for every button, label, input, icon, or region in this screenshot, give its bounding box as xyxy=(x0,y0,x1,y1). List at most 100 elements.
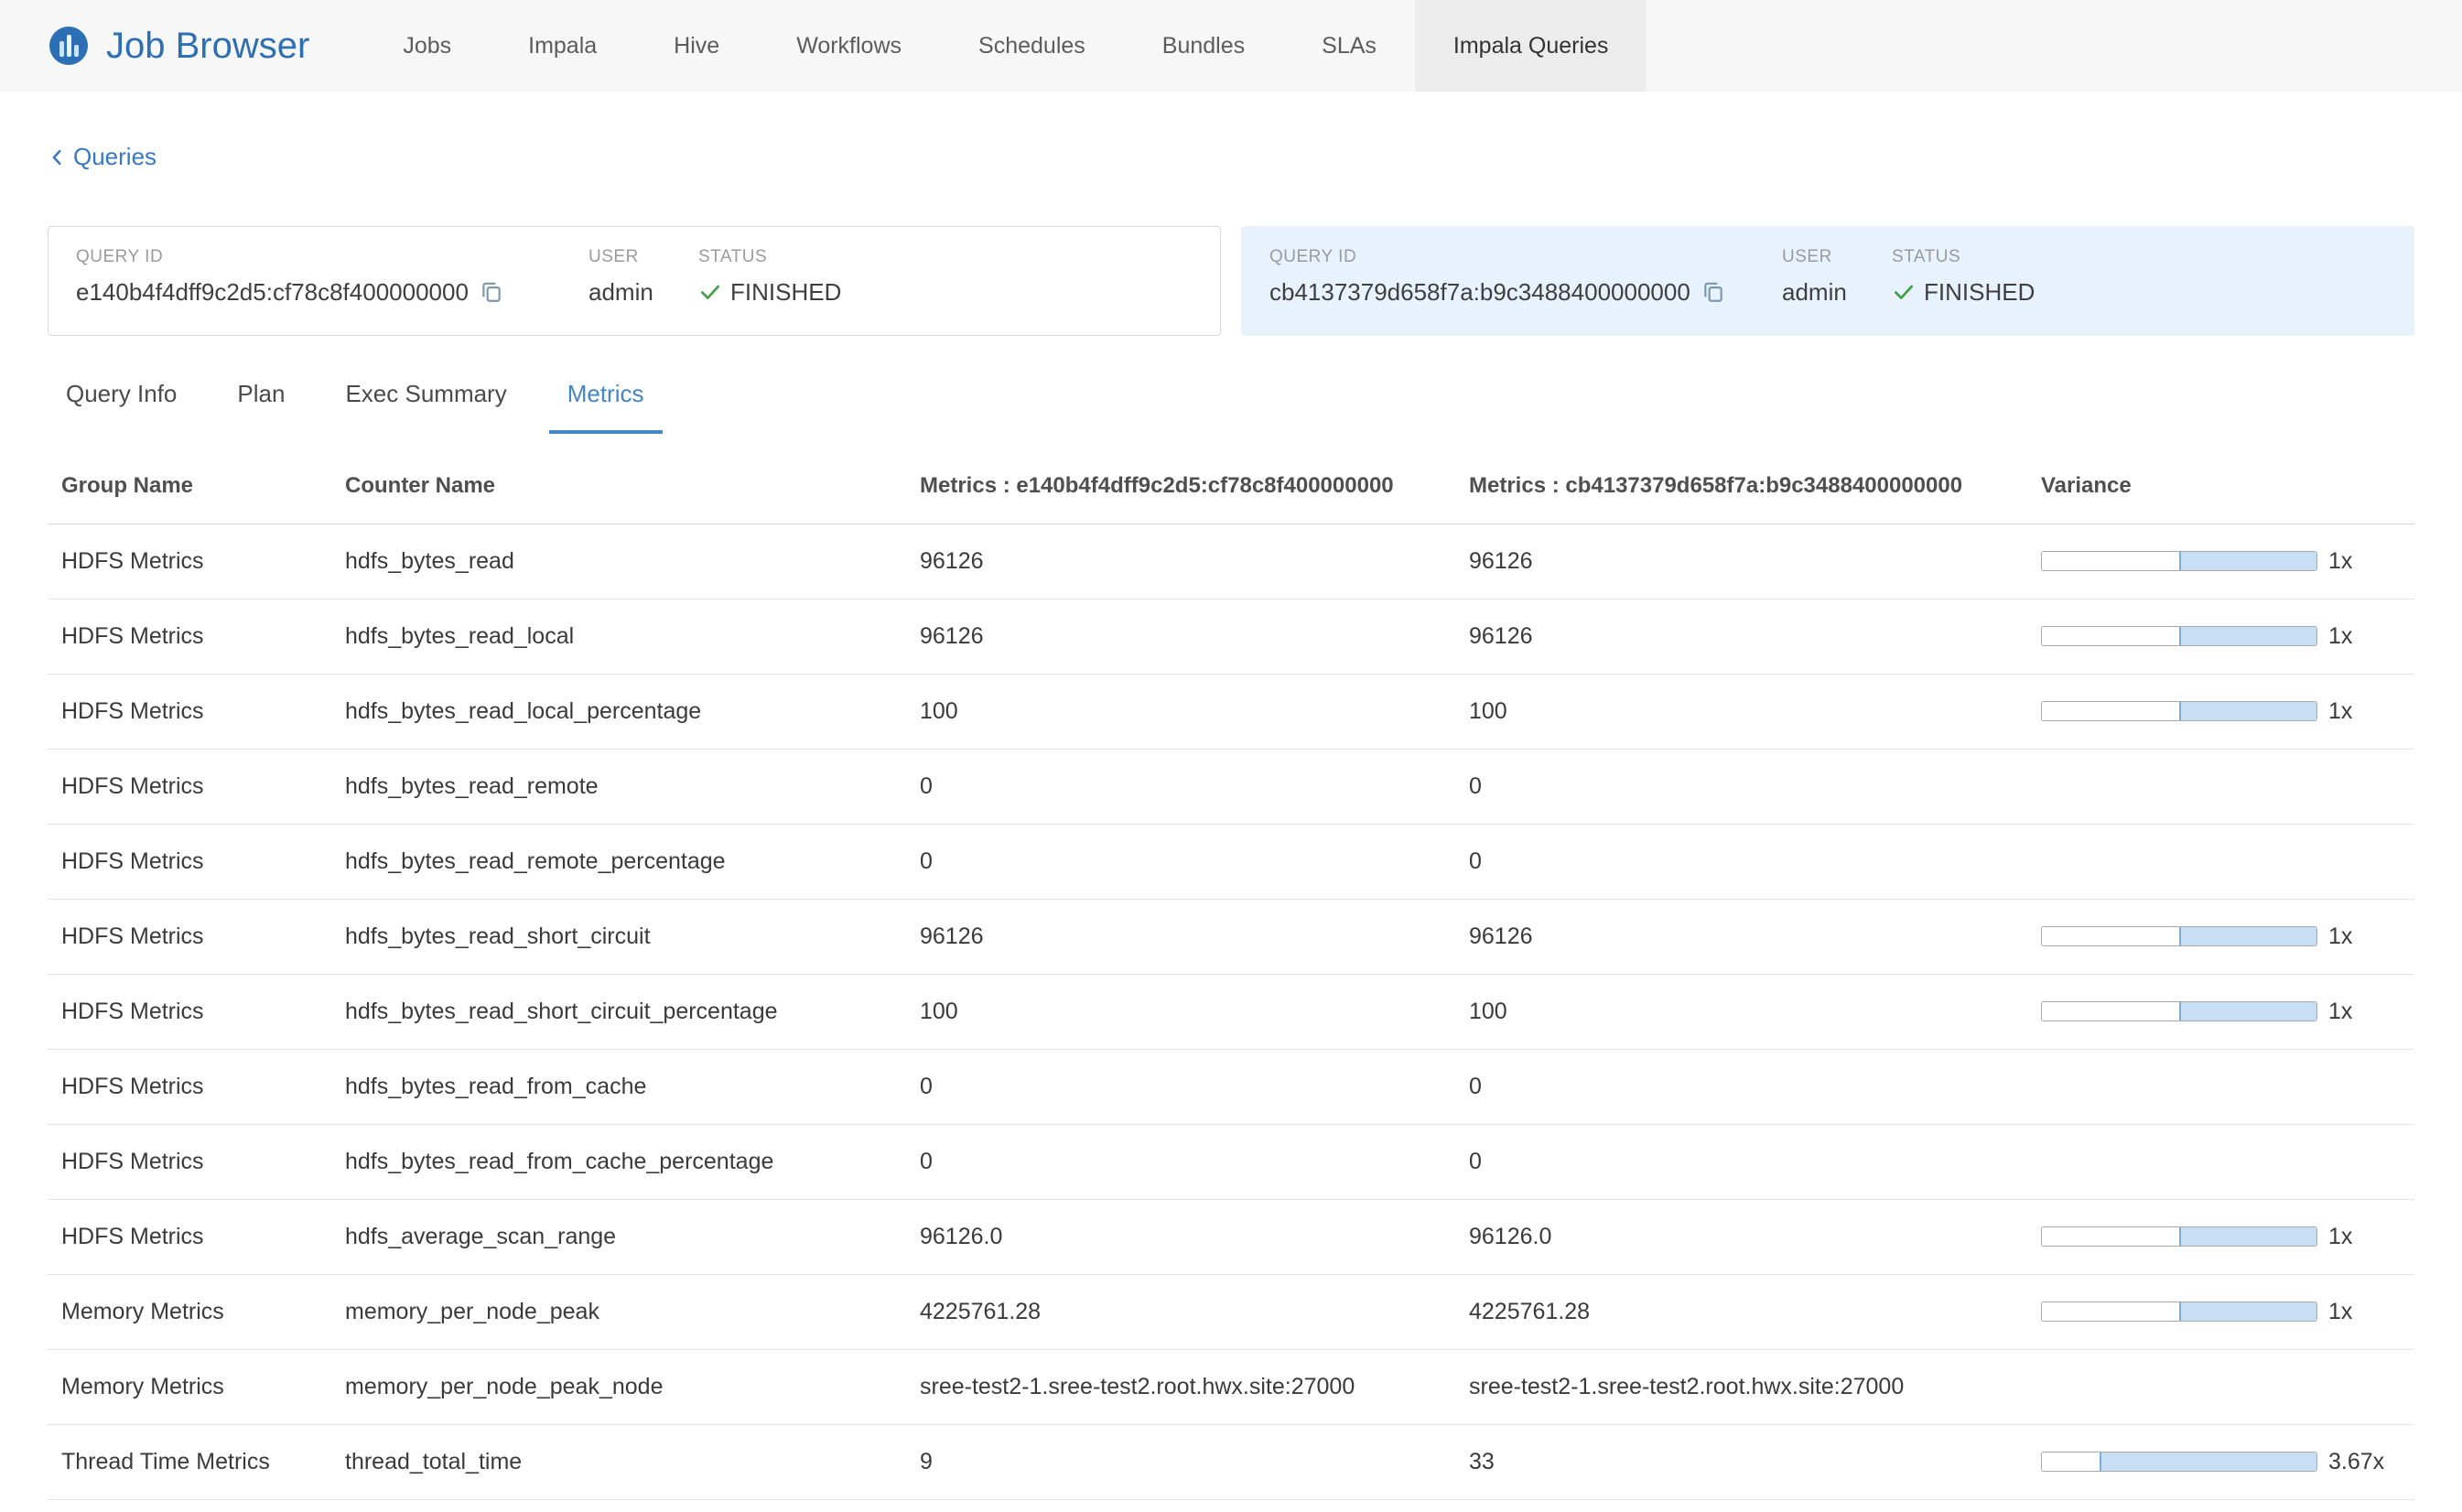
cell-counter-name: hdfs_bytes_read_short_circuit xyxy=(331,899,906,974)
tab-label: Metrics xyxy=(567,380,644,407)
copy-query-id-button[interactable] xyxy=(480,280,503,304)
nav-item-bundles[interactable]: Bundles xyxy=(1124,0,1283,92)
table-row: HDFS Metrics hdfs_bytes_read_local 96126… xyxy=(48,599,2414,674)
tab-label: Exec Summary xyxy=(345,380,506,407)
top-navbar: Job Browser Jobs Impala Hive Workflows S… xyxy=(0,0,2462,92)
variance-label: 1x xyxy=(2328,623,2352,650)
cell-metric-1: 96126 xyxy=(906,599,1455,674)
cell-variance xyxy=(2027,1349,2414,1424)
check-icon xyxy=(698,280,722,304)
nav-item-label: Schedules xyxy=(978,33,1085,59)
copy-query-id-button[interactable] xyxy=(1701,280,1725,304)
metrics-table: Group Name Counter Name Metrics : e140b4… xyxy=(48,448,2414,1500)
variance-bar-fill xyxy=(2100,1453,2316,1471)
copy-icon xyxy=(1701,280,1725,304)
back-link-label: Queries xyxy=(73,143,157,171)
col-header-group-name: Group Name xyxy=(48,448,331,524)
status-value: FINISHED xyxy=(1924,278,2035,307)
cell-metric-1: 9 xyxy=(906,1424,1455,1499)
query-card: QUERY ID e140b4f4dff9c2d5:cf78c8f4000000… xyxy=(48,226,1221,336)
nav-item-hive[interactable]: Hive xyxy=(635,0,758,92)
cell-group-name: Thread Time Metrics xyxy=(48,1424,331,1499)
copy-icon xyxy=(480,280,503,304)
nav-item-workflows[interactable]: Workflows xyxy=(758,0,940,92)
cell-group-name: HDFS Metrics xyxy=(48,1049,331,1124)
cell-variance: 1x xyxy=(2027,899,2414,974)
nav-item-jobs[interactable]: Jobs xyxy=(364,0,490,92)
table-row: Memory Metrics memory_per_node_peak_node… xyxy=(48,1349,2414,1424)
variance-label: 3.67x xyxy=(2328,1449,2384,1475)
nav-item-impala[interactable]: Impala xyxy=(490,0,635,92)
variance-bar-fill xyxy=(2179,1002,2316,1021)
back-to-queries-link[interactable]: Queries xyxy=(48,143,157,171)
cell-counter-name: hdfs_bytes_read_local_percentage xyxy=(331,674,906,749)
variance-bar xyxy=(2041,626,2317,646)
cell-metric-1: 96126 xyxy=(906,524,1455,599)
cell-metric-1: 96126 xyxy=(906,899,1455,974)
cell-variance: 1x xyxy=(2027,974,2414,1049)
status-value: FINISHED xyxy=(730,278,841,307)
job-browser-logo-icon xyxy=(48,25,90,67)
table-row: HDFS Metrics hdfs_bytes_read_remote_perc… xyxy=(48,824,2414,899)
tab-label: Query Info xyxy=(66,380,177,407)
cell-metric-2: 0 xyxy=(1455,1049,2027,1124)
cell-variance xyxy=(2027,1049,2414,1124)
variance-bar xyxy=(2041,701,2317,721)
variance-bar-fill xyxy=(2179,1302,2316,1321)
nav-item-impala-queries[interactable]: Impala Queries xyxy=(1415,0,1647,92)
status-field: STATUS FINISHED xyxy=(698,247,841,307)
nav-item-schedules[interactable]: Schedules xyxy=(940,0,1124,92)
cell-metric-1: 96126.0 xyxy=(906,1199,1455,1274)
cell-group-name: HDFS Metrics xyxy=(48,749,331,824)
table-row: HDFS Metrics hdfs_bytes_read_from_cache_… xyxy=(48,1124,2414,1199)
table-row: HDFS Metrics hdfs_bytes_read_short_circu… xyxy=(48,974,2414,1049)
user-value: admin xyxy=(1782,278,1892,307)
table-row: Thread Time Metrics thread_total_time 9 … xyxy=(48,1424,2414,1499)
table-row: HDFS Metrics hdfs_bytes_read_from_cache … xyxy=(48,1049,2414,1124)
check-icon xyxy=(1892,280,1916,304)
tab-query-info[interactable]: Query Info xyxy=(48,380,195,434)
detail-tabs: Query Info Plan Exec Summary Metrics xyxy=(48,380,2414,434)
tab-metrics[interactable]: Metrics xyxy=(549,380,663,434)
cell-variance xyxy=(2027,824,2414,899)
cell-group-name: HDFS Metrics xyxy=(48,824,331,899)
variance-bar-fill xyxy=(2179,627,2316,645)
cell-group-name: HDFS Metrics xyxy=(48,1124,331,1199)
variance-bar-fill xyxy=(2179,702,2316,720)
app-title: Job Browser xyxy=(106,26,309,67)
cell-counter-name: hdfs_bytes_read_short_circuit_percentage xyxy=(331,974,906,1049)
cell-metric-2: sree-test2-1.sree-test2.root.hwx.site:27… xyxy=(1455,1349,2027,1424)
cell-metric-2: 4225761.28 xyxy=(1455,1274,2027,1349)
variance-bar-fill xyxy=(2179,1227,2316,1246)
tab-exec-summary[interactable]: Exec Summary xyxy=(327,380,524,434)
cell-variance: 3.67x xyxy=(2027,1424,2414,1499)
cell-variance: 1x xyxy=(2027,1274,2414,1349)
cell-variance: 1x xyxy=(2027,1199,2414,1274)
variance-bar xyxy=(2041,1001,2317,1021)
query-card: QUERY ID cb4137379d658f7a:b9c34884000000… xyxy=(1241,226,2414,336)
nav-item-label: Impala Queries xyxy=(1453,33,1609,59)
cell-variance xyxy=(2027,749,2414,824)
variance-label: 1x xyxy=(2328,1224,2352,1250)
user-label: USER xyxy=(589,247,698,267)
cell-metric-2: 96126 xyxy=(1455,524,2027,599)
cell-counter-name: hdfs_average_scan_range xyxy=(331,1199,906,1274)
status-label: STATUS xyxy=(1892,247,2035,267)
nav-item-label: Hive xyxy=(674,33,719,59)
nav-item-slas[interactable]: SLAs xyxy=(1283,0,1415,92)
col-header-metrics-1: Metrics : e140b4f4dff9c2d5:cf78c8f400000… xyxy=(906,448,1455,524)
chevron-left-icon xyxy=(48,145,68,170)
query-id-field: QUERY ID e140b4f4dff9c2d5:cf78c8f4000000… xyxy=(76,247,589,307)
tab-plan[interactable]: Plan xyxy=(219,380,303,434)
nav-item-label: Impala xyxy=(528,33,597,59)
nav-item-label: Workflows xyxy=(796,33,902,59)
status-badge: FINISHED xyxy=(1892,278,2035,307)
cell-metric-2: 100 xyxy=(1455,974,2027,1049)
nav-item-label: Bundles xyxy=(1162,33,1245,59)
cell-counter-name: thread_total_time xyxy=(331,1424,906,1499)
cell-metric-2: 100 xyxy=(1455,674,2027,749)
cell-group-name: HDFS Metrics xyxy=(48,524,331,599)
variance-label: 1x xyxy=(2328,999,2352,1025)
app-brand[interactable]: Job Browser xyxy=(0,0,364,92)
table-header-row: Group Name Counter Name Metrics : e140b4… xyxy=(48,448,2414,524)
